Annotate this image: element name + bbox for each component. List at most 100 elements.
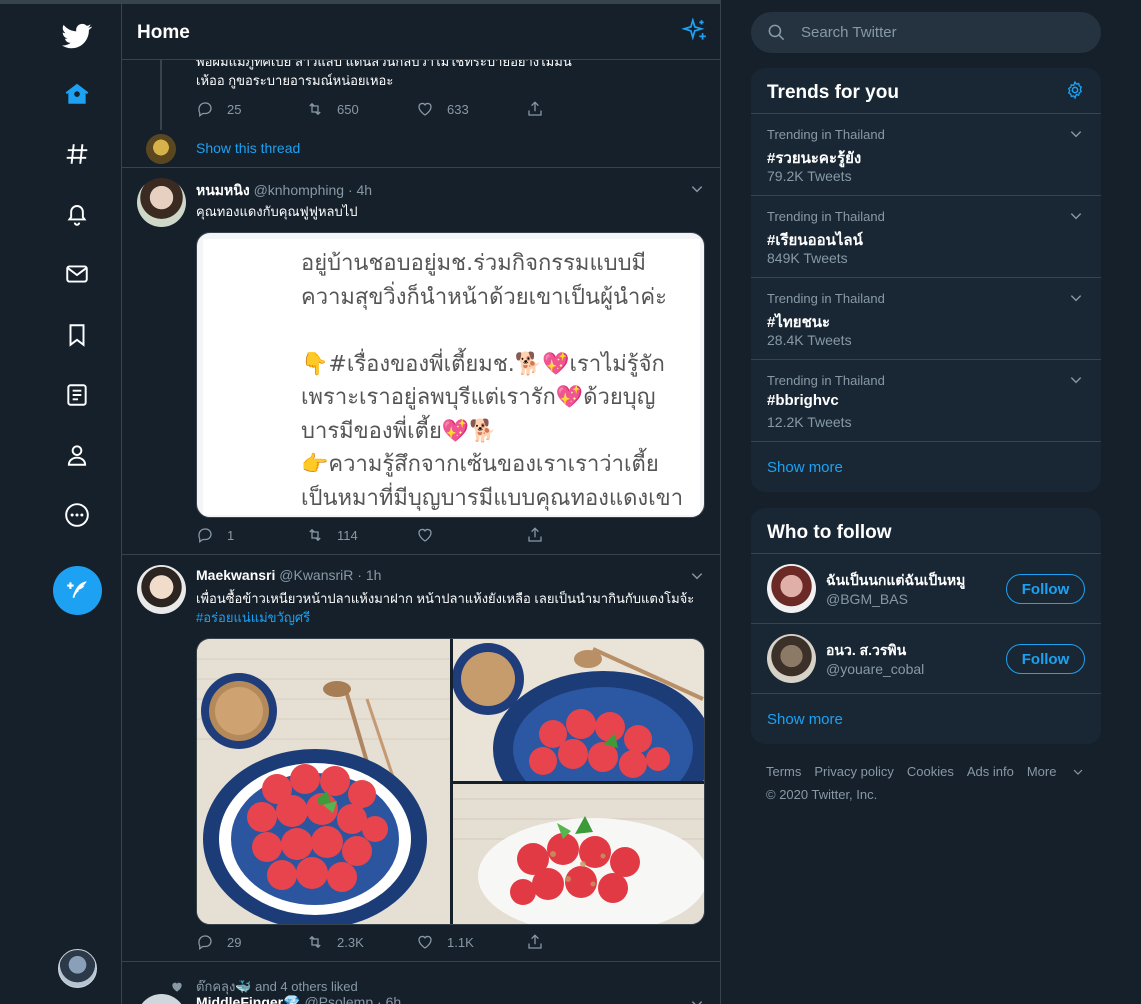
gear-icon[interactable] bbox=[1065, 80, 1085, 100]
share-icon bbox=[528, 101, 542, 116]
compose-tweet-button[interactable] bbox=[53, 566, 102, 615]
messages-envelope-icon[interactable] bbox=[57, 254, 97, 294]
tweet-header: Maekwansri @KwansriR · 1h bbox=[196, 567, 381, 583]
tweet-author-name[interactable]: MiddleFinger💎 bbox=[196, 994, 301, 1004]
bookmarks-icon[interactable] bbox=[57, 315, 97, 355]
chevron-down-icon[interactable] bbox=[690, 569, 704, 583]
share-button[interactable] bbox=[526, 526, 636, 544]
reply-button[interactable]: 1 bbox=[196, 526, 306, 544]
trend-item[interactable]: Trending in Thailand #ไทยชนะ 28.4K Tweet… bbox=[751, 277, 1101, 359]
tweet-header: MiddleFinger💎 @Psolemp · 6h bbox=[196, 994, 401, 1004]
home-icon[interactable] bbox=[57, 74, 97, 114]
who-to-follow-title: Who to follow bbox=[767, 522, 892, 543]
tweet-actions: 29 2.3K 1.1K bbox=[196, 933, 636, 951]
tweet-avatar[interactable] bbox=[137, 178, 186, 227]
like-button[interactable]: 633 bbox=[416, 100, 526, 118]
retweet-icon bbox=[309, 528, 321, 542]
footer: Terms Privacy policy Cookies Ads info Mo… bbox=[766, 764, 1097, 802]
trends-show-more-link[interactable]: Show more bbox=[767, 459, 843, 476]
tweet-photo-grid bbox=[196, 638, 705, 925]
account-avatar[interactable] bbox=[58, 949, 97, 988]
avatar[interactable] bbox=[767, 564, 816, 613]
share-button[interactable] bbox=[526, 100, 636, 118]
panel-divider bbox=[751, 693, 1101, 694]
notifications-bell-icon[interactable] bbox=[57, 194, 97, 234]
retweet-button[interactable]: 2.3K bbox=[306, 933, 416, 951]
retweet-button[interactable]: 650 bbox=[306, 100, 416, 118]
tweet-time[interactable]: · 1h bbox=[357, 567, 381, 583]
tweet-photo-watermelon-closeup[interactable] bbox=[453, 639, 704, 781]
follow-suggestion[interactable]: ฉันเป็นนกแต่ฉันเป็นหมู @BGM_BAS Follow bbox=[751, 553, 1101, 623]
thread-author-avatar[interactable] bbox=[146, 134, 176, 164]
search-input[interactable] bbox=[801, 20, 1081, 44]
feather-plus-icon bbox=[66, 580, 87, 598]
lists-icon[interactable] bbox=[57, 375, 97, 415]
footer-link-terms[interactable]: Terms bbox=[766, 764, 801, 779]
tweet-author-handle[interactable]: @KwansriR bbox=[279, 567, 353, 583]
tweet-author-handle[interactable]: @Psolemp bbox=[304, 994, 373, 1004]
chevron-down-icon[interactable] bbox=[1069, 209, 1083, 223]
thread-connector-line bbox=[160, 60, 162, 130]
who-to-follow-show-more-link[interactable]: Show more bbox=[767, 711, 843, 728]
profile-icon[interactable] bbox=[57, 435, 97, 475]
show-thread-link[interactable]: Show this thread bbox=[196, 140, 300, 156]
tweet-text: เพื่อนซื้อข้าวเหนียวหน้าปลาแห้งมาฝาก หน้… bbox=[196, 591, 695, 606]
trend-item[interactable]: Trending in Thailand #เรียนออนไลน์ 849K … bbox=[751, 195, 1101, 277]
panel-divider bbox=[751, 441, 1101, 442]
tweet-time[interactable]: · 6h bbox=[377, 994, 401, 1004]
heart-icon bbox=[418, 102, 432, 116]
follow-button[interactable]: Follow bbox=[1006, 644, 1085, 674]
tweet-time[interactable]: · 4h bbox=[348, 182, 372, 198]
tweet-avatar[interactable] bbox=[137, 565, 186, 614]
avatar[interactable] bbox=[767, 634, 816, 683]
tweet-divider bbox=[122, 961, 720, 962]
footer-link-privacy[interactable]: Privacy policy bbox=[814, 764, 893, 779]
more-options-icon[interactable] bbox=[57, 495, 97, 535]
search-box[interactable] bbox=[751, 12, 1101, 53]
reply-button[interactable]: 29 bbox=[196, 933, 306, 951]
share-icon bbox=[528, 934, 542, 949]
chevron-down-icon[interactable] bbox=[1069, 291, 1083, 305]
tweet-actions: 1 114 bbox=[196, 526, 636, 544]
trend-item[interactable]: Trending in Thailand #รวยนะคะรู้ยัง 79.2… bbox=[751, 113, 1101, 195]
timeline: Home พ่อผมแม่ภูทิศเบีย ลาวแสบ แดนสวนกลับ… bbox=[122, 0, 721, 1004]
tweet-author-name[interactable]: Maekwansri bbox=[196, 567, 275, 583]
tweet-photo-watermelon-dish[interactable] bbox=[453, 784, 704, 924]
follow-suggestion[interactable]: อนว. ส.วรพิน @youare_cobal Follow bbox=[751, 623, 1101, 693]
tweet-divider bbox=[122, 167, 720, 168]
twitter-logo-icon[interactable] bbox=[57, 16, 97, 56]
footer-links: Terms Privacy policy Cookies Ads info Mo… bbox=[766, 764, 1097, 779]
food-photo-image bbox=[197, 639, 450, 924]
chevron-down-icon[interactable] bbox=[690, 182, 704, 196]
chevron-down-icon[interactable] bbox=[1069, 373, 1083, 387]
share-button[interactable] bbox=[526, 933, 636, 951]
tweet-photo-watermelon-bowl[interactable] bbox=[197, 639, 450, 924]
chevron-down-icon bbox=[1074, 769, 1083, 775]
tweet-author-handle[interactable]: @knhomphing bbox=[254, 182, 345, 198]
explore-hashtag-icon[interactable] bbox=[57, 134, 97, 174]
like-button[interactable] bbox=[416, 526, 526, 544]
reply-icon bbox=[198, 528, 212, 544]
trend-item[interactable]: Trending in Thailand #bbrighvc 12.2K Twe… bbox=[751, 359, 1101, 441]
search-icon bbox=[768, 24, 785, 41]
top-tweets-sparkle-icon[interactable] bbox=[682, 18, 708, 44]
reply-icon bbox=[198, 935, 212, 951]
footer-link-ads-info[interactable]: Ads info bbox=[967, 764, 1014, 779]
tweet-media-image[interactable]: อยู่บ้านชอบอยู่มช.ร่วมกิจกรรมแบบมี ความส… bbox=[196, 232, 705, 518]
food-photo-image bbox=[453, 639, 704, 781]
like-button[interactable]: 1.1K bbox=[416, 933, 526, 951]
tweet-hashtag-link[interactable]: #อร่อยแน่แม่ขวัญศรี bbox=[196, 608, 706, 627]
tweet-divider bbox=[122, 554, 720, 555]
footer-link-cookies[interactable]: Cookies bbox=[907, 764, 954, 779]
share-icon bbox=[528, 527, 542, 542]
who-to-follow-panel: Who to follow ฉันเป็นนกแต่ฉันเป็นหมู @BG… bbox=[751, 508, 1101, 744]
follow-button[interactable]: Follow bbox=[1006, 574, 1085, 604]
tweet-author-name[interactable]: หนมหนิง bbox=[196, 182, 250, 198]
reply-button[interactable]: 25 bbox=[196, 100, 306, 118]
retweet-button[interactable]: 114 bbox=[306, 526, 416, 544]
chevron-down-icon[interactable] bbox=[690, 997, 704, 1004]
chevron-down-icon[interactable] bbox=[1069, 127, 1083, 141]
tweet-header: หนมหนิง @knhomphing · 4h bbox=[196, 180, 372, 202]
timeline-header: Home bbox=[122, 4, 720, 60]
footer-link-more[interactable]: More bbox=[1027, 764, 1085, 779]
